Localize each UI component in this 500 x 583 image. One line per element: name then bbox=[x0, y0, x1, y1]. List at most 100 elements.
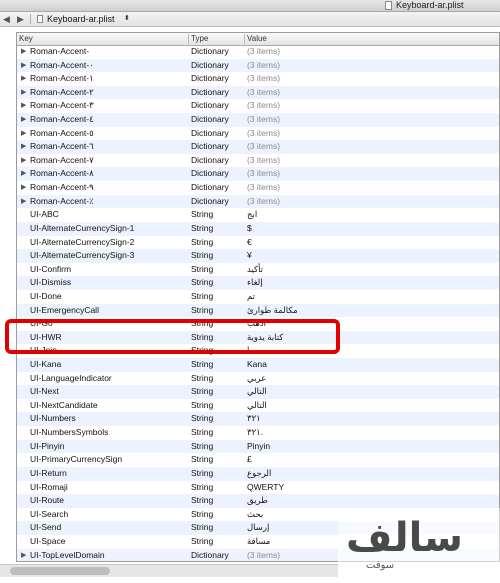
row-key[interactable]: UI-Route bbox=[30, 494, 188, 508]
row-value[interactable]: (3 items) bbox=[247, 181, 497, 195]
row-key[interactable]: UI-EmergencyCall bbox=[30, 304, 188, 318]
row-type[interactable]: String bbox=[191, 249, 245, 263]
plist-row[interactable]: ▶ Roman-Accent-٩ Dictionary (3 items) bbox=[17, 181, 499, 195]
row-value[interactable]: (3 items) bbox=[247, 140, 497, 154]
row-key[interactable]: UI-AlternateCurrencySign-2 bbox=[30, 236, 188, 250]
row-key[interactable]: Roman-Accent-٠ bbox=[30, 59, 188, 73]
row-key[interactable]: Roman-Accent- bbox=[30, 45, 188, 59]
row-value[interactable]: (3 items) bbox=[247, 195, 497, 209]
row-value[interactable]: تم bbox=[247, 290, 497, 304]
row-value[interactable]: (3 items) bbox=[247, 99, 497, 113]
row-value[interactable]: € bbox=[247, 236, 497, 250]
row-key[interactable]: Roman-Accent-٤ bbox=[30, 113, 188, 127]
row-type[interactable]: String bbox=[191, 304, 245, 318]
row-value[interactable]: (3 items) bbox=[247, 127, 497, 141]
disclosure-triangle-icon[interactable]: ▶ bbox=[21, 181, 29, 195]
plist-row[interactable]: UI-Confirm String تأكيد bbox=[17, 263, 499, 277]
row-type[interactable]: String bbox=[191, 494, 245, 508]
back-arrow-icon[interactable]: ◀ bbox=[3, 14, 10, 24]
row-value[interactable]: Pinyin bbox=[247, 440, 497, 454]
disclosure-triangle-icon[interactable]: ▶ bbox=[21, 45, 29, 59]
row-key[interactable]: Roman-Accent-٥ bbox=[30, 127, 188, 141]
plist-row[interactable]: UI-Romaji String QWERTY bbox=[17, 481, 499, 495]
path-popup-chevron-icon[interactable]: ⬍ bbox=[124, 13, 130, 25]
row-type[interactable]: String bbox=[191, 453, 245, 467]
row-key[interactable]: UI-Pinyin bbox=[30, 440, 188, 454]
row-type[interactable]: Dictionary bbox=[191, 45, 245, 59]
row-value[interactable]: التالي bbox=[247, 385, 497, 399]
row-key[interactable]: UI-Kana bbox=[30, 358, 188, 372]
row-type[interactable]: Dictionary bbox=[191, 140, 245, 154]
row-key[interactable]: UI-Confirm bbox=[30, 263, 188, 277]
disclosure-triangle-icon[interactable]: ▶ bbox=[21, 549, 29, 561]
row-key[interactable]: UI-TopLevelDomain bbox=[30, 549, 188, 561]
row-key[interactable]: Roman-Accent-٢ bbox=[30, 86, 188, 100]
plist-row[interactable]: ▶ Roman-Accent-٦ Dictionary (3 items) bbox=[17, 140, 499, 154]
disclosure-triangle-icon[interactable]: ▶ bbox=[21, 154, 29, 168]
row-key[interactable]: Roman-Accent-٪ bbox=[30, 195, 188, 209]
row-value[interactable]: $ bbox=[247, 222, 497, 236]
horizontal-scrollbar[interactable] bbox=[0, 564, 338, 577]
row-key[interactable]: UI-Done bbox=[30, 290, 188, 304]
plist-row[interactable]: UI-Pinyin String Pinyin bbox=[17, 439, 499, 454]
plist-row[interactable]: UI-PrimaryCurrencySign String £ bbox=[17, 453, 499, 467]
row-type[interactable]: Dictionary bbox=[191, 195, 245, 209]
row-key[interactable]: UI-Romaji bbox=[30, 481, 188, 495]
row-key[interactable]: UI-NextCandidate bbox=[30, 399, 188, 413]
row-type[interactable]: String bbox=[191, 208, 245, 222]
row-type[interactable]: Dictionary bbox=[191, 59, 245, 73]
plist-row[interactable]: UI-Dismiss String إلغاء bbox=[17, 276, 499, 290]
row-key[interactable]: UI-PrimaryCurrencySign bbox=[30, 453, 188, 467]
row-type[interactable]: Dictionary bbox=[191, 86, 245, 100]
row-value[interactable]: (3 items) bbox=[247, 113, 497, 127]
row-key[interactable]: Roman-Accent-٣ bbox=[30, 99, 188, 113]
row-type[interactable]: String bbox=[191, 358, 245, 372]
row-key[interactable]: Roman-Accent-٦ bbox=[30, 140, 188, 154]
row-value[interactable]: عربي bbox=[247, 372, 497, 386]
disclosure-triangle-icon[interactable]: ▶ bbox=[21, 140, 29, 154]
plist-row[interactable]: UI-Numbers String ٣٢١ bbox=[17, 412, 499, 427]
row-key[interactable]: UI-Dismiss bbox=[30, 276, 188, 290]
plist-row[interactable]: UI-NumbersSymbols String ٣٢١. bbox=[17, 426, 499, 440]
row-key[interactable]: UI-Next bbox=[30, 385, 188, 399]
row-key[interactable]: UI-Return bbox=[30, 467, 188, 481]
plist-row[interactable]: ▶ Roman-Accent-٢ Dictionary (3 items) bbox=[17, 85, 499, 100]
row-value[interactable]: تأكيد bbox=[247, 263, 497, 277]
disclosure-triangle-icon[interactable]: ▶ bbox=[21, 72, 29, 86]
row-type[interactable]: String bbox=[191, 385, 245, 399]
plist-outline-view[interactable]: Key Type Value ▶ Roman-Accent- Dictionary(… bbox=[16, 32, 500, 562]
row-value[interactable]: ٣٢١ bbox=[247, 412, 497, 426]
row-type[interactable]: Dictionary bbox=[191, 113, 245, 127]
row-key[interactable]: UI-NumbersSymbols bbox=[30, 426, 188, 440]
column-divider[interactable] bbox=[188, 34, 189, 44]
disclosure-triangle-icon[interactable]: ▶ bbox=[21, 195, 29, 209]
row-type[interactable]: Dictionary bbox=[191, 127, 245, 141]
row-type[interactable]: String bbox=[191, 290, 245, 304]
row-type[interactable]: String bbox=[191, 276, 245, 290]
column-divider[interactable] bbox=[244, 34, 245, 44]
row-type[interactable]: Dictionary bbox=[191, 154, 245, 168]
row-value[interactable]: (3 items) bbox=[247, 86, 497, 100]
row-key[interactable]: UI-Search bbox=[30, 508, 188, 522]
plist-row[interactable]: UI-AlternateCurrencySign-3 String ¥ bbox=[17, 249, 499, 263]
row-type[interactable]: Dictionary bbox=[191, 72, 245, 86]
row-type[interactable]: String bbox=[191, 372, 245, 386]
row-type[interactable]: String bbox=[191, 481, 245, 495]
scrollbar-thumb[interactable] bbox=[10, 567, 110, 575]
row-value[interactable]: QWERTY bbox=[247, 481, 497, 495]
row-value[interactable]: (3 items) bbox=[247, 167, 497, 181]
plist-row[interactable]: UI-ABC String ابج bbox=[17, 208, 499, 222]
disclosure-triangle-icon[interactable]: ▶ bbox=[21, 127, 29, 141]
row-value[interactable]: ابج bbox=[247, 208, 497, 222]
plist-row[interactable]: UI-AlternateCurrencySign-1 String $ bbox=[17, 221, 499, 236]
row-value[interactable]: (3 items) bbox=[247, 154, 497, 168]
plist-row[interactable]: UI-NextCandidate String التالي bbox=[17, 399, 499, 413]
row-key[interactable]: Roman-Accent-٨ bbox=[30, 167, 188, 181]
plist-row[interactable]: ▶ Roman-Accent-٧ Dictionary (3 items) bbox=[17, 154, 499, 168]
row-key[interactable]: UI-Space bbox=[30, 535, 188, 549]
plist-row[interactable]: UI-LanguageIndicator String عربي bbox=[17, 372, 499, 386]
row-type[interactable]: String bbox=[191, 467, 245, 481]
row-key[interactable]: UI-ABC bbox=[30, 208, 188, 222]
plist-row[interactable]: ▶ Roman-Accent-٨ Dictionary (3 items) bbox=[17, 167, 499, 182]
plist-row[interactable]: ▶ Roman-Accent-٪ Dictionary (3 items) bbox=[17, 194, 499, 209]
